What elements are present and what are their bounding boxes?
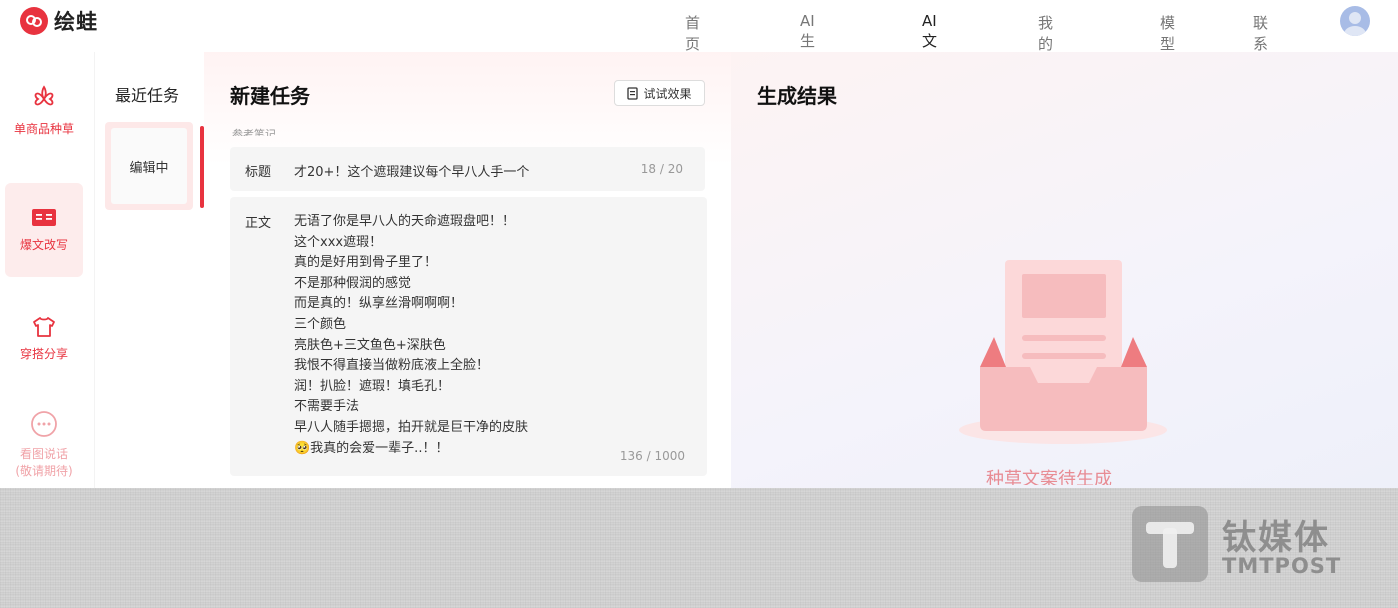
watermark-cn: 钛媒体 bbox=[1222, 518, 1330, 558]
body-line: 无语了你是早八人的天命遮瑕盘吧！！ bbox=[294, 214, 516, 229]
book-icon bbox=[32, 208, 56, 226]
recent-tasks-panel: 最近任务 编辑中 bbox=[94, 52, 204, 488]
body-line: 真的是好用到骨子里了！ bbox=[294, 255, 438, 271]
try-effect-button[interactable]: 试试效果 bbox=[614, 80, 705, 106]
rail-label: 单商品种草 bbox=[13, 121, 74, 136]
try-effect-label: 试试效果 bbox=[643, 86, 692, 101]
user-avatar[interactable] bbox=[1340, 6, 1370, 36]
rail-label: 看图说话 (敬请期待) bbox=[15, 447, 73, 478]
body-line: 早八人随手摁摁，拍开就是巨干净的皮肤 bbox=[294, 419, 529, 435]
rail-item-outfit-share[interactable]: 穿搭分享 bbox=[5, 292, 83, 386]
shirt-icon bbox=[33, 316, 55, 337]
body-line: 不是那种假润的感觉 bbox=[294, 275, 412, 291]
title-char-count: 18 / 20 bbox=[640, 162, 683, 176]
tmtpost-logo-icon bbox=[1132, 506, 1208, 582]
clover-icon bbox=[34, 84, 54, 105]
body-line: 这个xxx遮瑕！ bbox=[294, 234, 383, 250]
body-textarea[interactable]: 无语了你是早八人的天命遮瑕盘吧！！ 这个xxx遮瑕！ 真的是好用到骨子里了！ 不… bbox=[294, 212, 528, 459]
new-task-title: 新建任务 bbox=[230, 84, 310, 108]
body-field-label: 正文 bbox=[245, 216, 272, 231]
body-field[interactable]: 正文 无语了你是早八人的天命遮瑕盘吧！！ 这个xxx遮瑕！ 真的是好用到骨子里了… bbox=[230, 197, 707, 476]
body-char-count: 136 / 1000 bbox=[619, 449, 685, 463]
body-line: 润！扒脸！遮瑕！填毛孔！ bbox=[294, 378, 451, 394]
frog-logo-icon bbox=[20, 7, 48, 35]
body-line: 我恨不得直接当做粉底液上全脸！ bbox=[294, 358, 490, 374]
top-header: 绘蛙 首页 AI生图 AI文案 我的作品 模型管理 联系我们 bbox=[0, 0, 1398, 95]
rail-label: 爆文改写 bbox=[19, 237, 68, 252]
rail-label: 穿搭分享 bbox=[19, 346, 68, 361]
empty-inbox-icon bbox=[959, 260, 1167, 444]
watermark: 钛媒体 TMTPOST bbox=[1132, 506, 1382, 582]
task-status: 编辑中 bbox=[111, 128, 187, 204]
nav-home[interactable]: 首页 bbox=[685, 12, 700, 54]
result-title: 生成结果 bbox=[757, 84, 837, 108]
document-icon bbox=[627, 86, 639, 100]
result-panel: 生成结果 种草文案待生成 bbox=[731, 52, 1398, 488]
app-name: 绘蛙 bbox=[54, 10, 98, 34]
user-avatar-icon bbox=[1344, 12, 1366, 36]
body-line: 不需要手法 bbox=[294, 399, 360, 415]
new-task-panel: 新建任务 试试效果 参考笔记 标题 才20+！这个遮瑕建议每个早八人手一个 18… bbox=[204, 52, 731, 488]
result-waiting-text: 种草文案待生成 bbox=[986, 469, 1112, 485]
title-input[interactable]: 才20+！这个遮瑕建议每个早八人手一个 bbox=[294, 161, 529, 180]
app-logo[interactable]: 绘蛙 bbox=[20, 6, 98, 36]
rail-item-picture-talk: 看图说话 (敬请期待) bbox=[5, 398, 83, 492]
body-line: 三个颜色 bbox=[294, 316, 347, 332]
feature-rail: 单商品种草 爆文改写 穿搭分享 看图说话 (敬请期待) bbox=[0, 52, 94, 488]
rail-item-single-product[interactable]: 单商品种草 bbox=[5, 64, 83, 158]
watermark-en: TMTPOST bbox=[1222, 554, 1342, 578]
task-card[interactable]: 编辑中 bbox=[105, 122, 193, 210]
body-line: 而是真的！纵享丝滑啊啊啊！ bbox=[294, 296, 464, 312]
body-line: 🥺我真的会爱一辈子..！！ bbox=[294, 440, 449, 456]
title-field-label: 标题 bbox=[245, 165, 272, 180]
reference-note-label: 参考笔记 bbox=[232, 128, 276, 136]
recent-tasks-title: 最近任务 bbox=[115, 86, 180, 105]
body-line: 亮肤色+三文鱼色+深肤色 bbox=[294, 337, 446, 353]
title-field[interactable]: 标题 才20+！这个遮瑕建议每个早八人手一个 18 / 20 bbox=[230, 147, 705, 191]
rail-item-rewrite[interactable]: 爆文改写 bbox=[5, 183, 83, 277]
chat-bubble-icon bbox=[31, 411, 57, 437]
